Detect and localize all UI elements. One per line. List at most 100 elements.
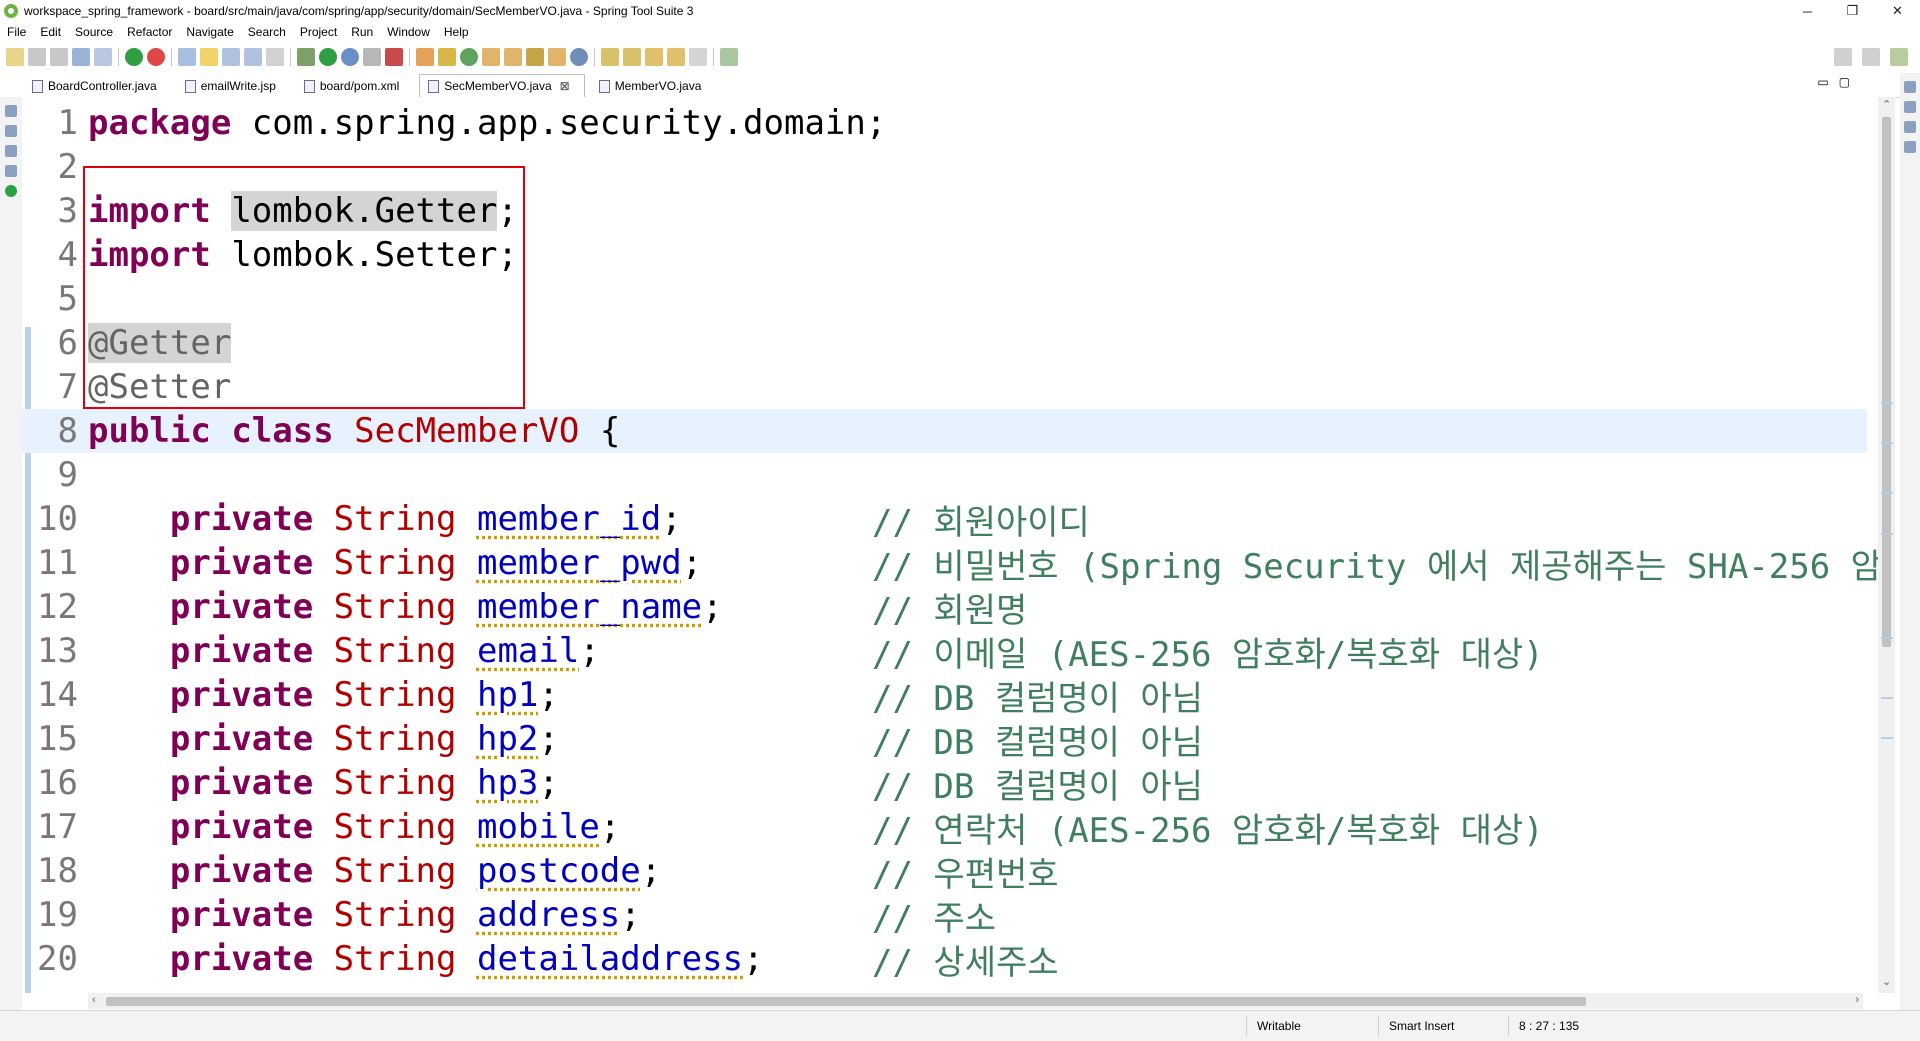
deploy-icon[interactable] [385, 48, 403, 66]
stop-icon[interactable] [147, 48, 165, 66]
search-tool-icon[interactable] [526, 48, 544, 66]
vertical-scrollbar[interactable]: ⌃ ⌄ [1878, 97, 1895, 993]
tab-boardcontroller[interactable]: BoardController.java [24, 75, 171, 97]
next-annotation-icon[interactable] [601, 48, 619, 66]
menu-help[interactable]: Help [437, 25, 476, 39]
field-name: hp1 [476, 675, 539, 715]
external-tools-icon[interactable] [341, 48, 359, 66]
globe-icon[interactable] [570, 48, 588, 66]
quick-access-search-icon[interactable] [1834, 48, 1852, 66]
task-list-icon[interactable] [1904, 101, 1916, 113]
type-name: String [333, 939, 457, 979]
outline-icon[interactable] [1904, 81, 1916, 93]
back-icon[interactable] [667, 48, 685, 66]
tab-secmembervo[interactable]: SecMemberVO.java ⊠ [419, 74, 585, 97]
menu-run[interactable]: Run [344, 25, 380, 39]
menu-edit[interactable]: Edit [33, 25, 68, 39]
open-perspective-icon[interactable] [1862, 48, 1880, 66]
tab-emailwrite[interactable]: emailWrite.jsp [177, 75, 290, 97]
code-line-1[interactable]: 1 package com.spring.app.security.domain… [22, 101, 1867, 145]
forward-icon[interactable] [689, 48, 707, 66]
tab-membervo[interactable]: MemberVO.java [591, 75, 716, 97]
new-java-project-icon[interactable] [416, 48, 434, 66]
highlight-icon[interactable] [200, 48, 218, 66]
console-icon[interactable] [1904, 141, 1916, 153]
package-explorer-icon[interactable] [5, 105, 17, 117]
show-whitespace-icon[interactable] [266, 48, 284, 66]
tab-label: BoardController.java [48, 79, 157, 93]
new-package-icon[interactable] [438, 48, 456, 66]
maximize-view-icon[interactable]: ▢ [1839, 75, 1850, 89]
restore-icon[interactable] [5, 145, 17, 157]
save-icon[interactable] [28, 48, 46, 66]
code-line-15[interactable]: 15 private String hp2; // DB 컬럼명이 아님 [22, 717, 1867, 763]
code-line-18[interactable]: 18 private String postcode; // 우편번호 [22, 849, 1867, 895]
keyword: private [169, 939, 314, 979]
scroll-up-arrow[interactable]: ⌃ [1882, 98, 1891, 111]
vertical-scroll-thumb[interactable] [1882, 117, 1891, 647]
minimize-button[interactable]: ─ [1785, 0, 1830, 22]
menu-search[interactable]: Search [241, 25, 293, 39]
line-number: 13 [37, 631, 78, 671]
code-line-10[interactable]: 10 private String member_id; // 회원아이디 [22, 497, 1867, 543]
toggle-mark-icon[interactable] [178, 48, 196, 66]
code-line-8[interactable]: 8 public class SecMemberVO { [22, 409, 1867, 453]
menu-project[interactable]: Project [293, 25, 344, 39]
java-perspective-icon[interactable] [1890, 48, 1908, 66]
servers-icon[interactable] [5, 165, 17, 177]
menu-window[interactable]: Window [380, 25, 437, 39]
code-line-19[interactable]: 19 private String address; // 주소 [22, 893, 1867, 939]
menu-source[interactable]: Source [68, 25, 120, 39]
prev-annotation-icon[interactable] [623, 48, 641, 66]
debug-icon[interactable] [297, 48, 315, 66]
open-folder-icon[interactable] [482, 48, 500, 66]
line-number: 5 [57, 279, 78, 319]
horizontal-scrollbar[interactable]: ‹ › [88, 993, 1863, 1009]
last-edit-icon[interactable] [645, 48, 663, 66]
field-name: member_pwd [476, 543, 682, 583]
spring-boot-icon[interactable] [125, 48, 143, 66]
word-wrap-icon[interactable] [244, 48, 262, 66]
code-line-13[interactable]: 13 private String email; // 이메일 (AES-256… [22, 629, 1867, 675]
boot-dashboard-icon[interactable] [5, 185, 17, 197]
line-number: 19 [37, 895, 78, 935]
code-line-20[interactable]: 20 private String detailaddress; // 상세주소 [22, 937, 1867, 983]
keyword: class [231, 411, 334, 451]
open-project-icon[interactable] [504, 48, 522, 66]
menu-refactor[interactable]: Refactor [120, 25, 179, 39]
close-tab-icon[interactable]: ⊠ [560, 79, 570, 93]
save-all-icon[interactable] [50, 48, 68, 66]
java-file-icon [428, 79, 440, 93]
scroll-down-arrow[interactable]: ⌄ [1882, 975, 1891, 988]
close-button[interactable]: ✕ [1875, 0, 1920, 22]
open-resource-icon[interactable] [548, 48, 566, 66]
scroll-right-arrow[interactable]: › [1855, 994, 1859, 1006]
scroll-left-arrow[interactable]: ‹ [92, 994, 96, 1006]
restore-right-icon[interactable] [1904, 121, 1916, 133]
print-icon[interactable] [72, 48, 90, 66]
block-select-icon[interactable] [222, 48, 240, 66]
code-line-14[interactable]: 14 private String hp1; // DB 컬럼명이 아님 [22, 673, 1867, 719]
hierarchy-icon[interactable] [5, 125, 17, 137]
tab-pom[interactable]: board/pom.xml [296, 75, 413, 97]
main-toolbar [0, 43, 1920, 71]
restore-button[interactable]: ❐ [1830, 0, 1875, 22]
code-line-12[interactable]: 12 private String member_name; // 회원명 [22, 585, 1867, 631]
new-icon[interactable] [6, 48, 24, 66]
run-icon[interactable] [319, 48, 337, 66]
horizontal-scroll-thumb[interactable] [106, 997, 1586, 1006]
menu-file[interactable]: File [0, 25, 33, 39]
keyword: private [169, 675, 314, 715]
code-line-11[interactable]: 11 private String member_pwd; // 비밀번호 (S… [22, 541, 1880, 587]
new-class-icon[interactable] [460, 48, 478, 66]
minimize-view-icon[interactable]: ▭ [1817, 75, 1828, 89]
open-type-icon[interactable] [94, 48, 112, 66]
pin-editor-icon[interactable] [720, 48, 738, 66]
code-line-9[interactable]: 9 [22, 453, 1867, 497]
menu-navigate[interactable]: Navigate [179, 25, 240, 39]
status-bar: Writable Smart Insert 8 : 27 : 135 [0, 1010, 1920, 1041]
terminate-icon[interactable] [363, 48, 381, 66]
code-line-17[interactable]: 17 private String mobile; // 연락처 (AES-25… [22, 805, 1867, 851]
code-line-16[interactable]: 16 private String hp3; // DB 컬럼명이 아님 [22, 761, 1867, 807]
editor-view-controls: ▭ ▢ [1817, 75, 1850, 89]
